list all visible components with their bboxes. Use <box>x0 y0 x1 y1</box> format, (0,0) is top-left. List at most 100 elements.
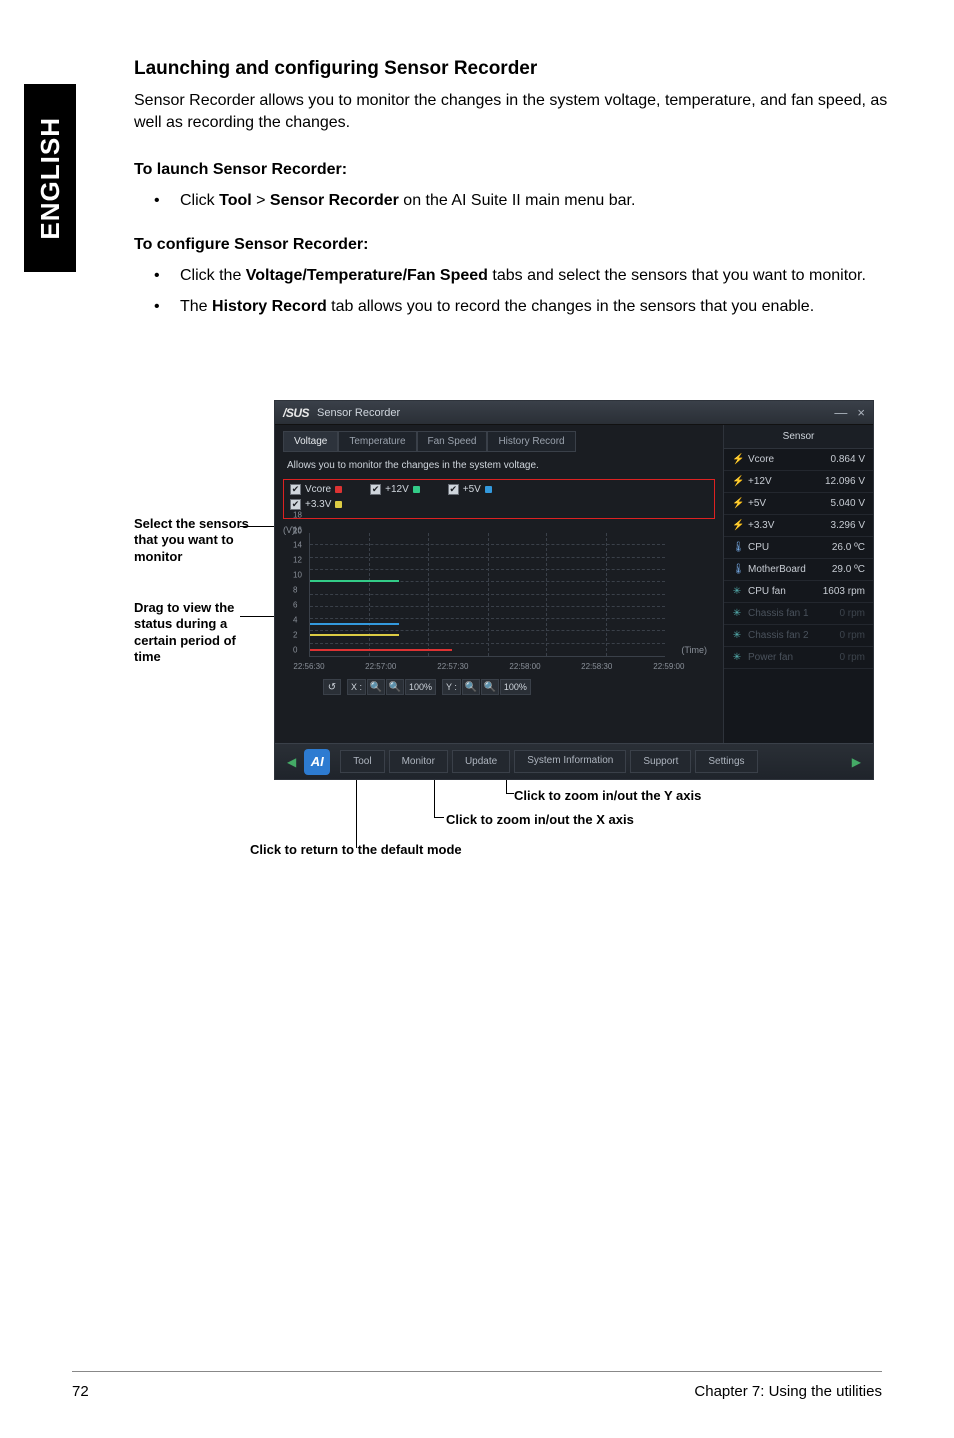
voltage-chart[interactable]: (V) <box>283 527 715 677</box>
toolbar-update[interactable]: Update <box>452 750 510 773</box>
sensor-value: 0 rpm <box>839 608 865 619</box>
chapter-label: Chapter 7: Using the utilities <box>694 1383 882 1400</box>
sensor-value: 26.0 ºC <box>832 542 865 553</box>
sensor-value: 0.864 V <box>831 454 865 465</box>
tab-voltage[interactable]: Voltage <box>283 431 338 452</box>
sensor-row: 🌡 MotherBoard 29.0 ºC <box>724 559 873 581</box>
toolbar-support[interactable]: Support <box>630 750 691 773</box>
ai-suite-badge[interactable]: AI <box>304 749 330 775</box>
zoom-y-in-button[interactable]: 🔍 <box>462 679 480 695</box>
tab-temperature[interactable]: Temperature <box>338 431 416 452</box>
sensor-row: ✳Chassis fan 10 rpm <box>724 603 873 625</box>
category-tabs: Voltage Temperature Fan Speed History Re… <box>283 431 715 452</box>
bolt-icon: ⚡ <box>732 498 742 509</box>
sensor-row: ⚡ +5V 5.040 V <box>724 493 873 515</box>
minimize-button[interactable]: — <box>834 405 847 420</box>
sensor-value: 0 rpm <box>839 652 865 663</box>
toolbar-next-icon[interactable]: ▶ <box>848 755 865 769</box>
x-axis-unit: (Time) <box>681 645 707 655</box>
screenshot-region: Select the sensors that you want to moni… <box>134 400 894 860</box>
zoom-controls: ↺ X : 🔍 🔍 100% Y : 🔍 🔍 100% <box>323 679 715 695</box>
sensor-row: ✳ Power fan 0 rpm <box>724 647 873 669</box>
sensor-recorder-window: /SUS Sensor Recorder — × Voltage Tempera… <box>274 400 874 780</box>
section-heading: Launching and configuring Sensor Recorde… <box>134 58 894 80</box>
sensor-name: CPU <box>748 542 769 553</box>
leader-line <box>506 793 514 794</box>
sensor-value: 29.0 ºC <box>832 564 865 575</box>
sensor-row: ⚡Vcore0.864 V <box>724 449 873 471</box>
config-step-1: Click the Voltage/Temperature/Fan Speed … <box>134 264 894 287</box>
sensor-name: Power fan <box>748 652 793 663</box>
zoom-x-out-button[interactable]: 🔍 <box>386 679 404 695</box>
config-step-2: The History Record tab allows you to rec… <box>134 295 894 318</box>
language-tab-text: ENGLISH <box>35 117 66 240</box>
toolbar-monitor[interactable]: Monitor <box>389 750 448 773</box>
checkbox-12v[interactable]: ✔+12V <box>370 484 420 495</box>
sensor-name: +5V <box>748 498 766 509</box>
toolbar-prev-icon[interactable]: ◀ <box>283 755 300 769</box>
bolt-icon: ⚡ <box>732 520 742 531</box>
asus-logo: /SUS <box>283 406 309 420</box>
sensor-panel: Sensor ⚡ Vcore 0.864 V ⚡ +12V 12.096 V ⚡ +5V 5.0… <box>723 425 873 743</box>
sensor-row: ⚡ +3.3V 3.296 V <box>724 515 873 537</box>
titlebar: /SUS Sensor Recorder — × <box>275 401 873 425</box>
callout-select-sensors: Select the sensors that you want to moni… <box>134 516 264 565</box>
sensor-name: Chassis fan 1 <box>748 608 809 619</box>
page-number: 72 <box>72 1383 89 1400</box>
sensor-value: 5.040 V <box>831 498 865 509</box>
callout-drag-view: Drag to view the status during a certain… <box>134 600 264 665</box>
zoom-y-out-button[interactable]: 🔍 <box>481 679 499 695</box>
fan-icon: ✳ <box>732 652 742 663</box>
panel-description: Allows you to monitor the changes in the… <box>287 460 715 471</box>
tab-fan-speed[interactable]: Fan Speed <box>417 431 488 452</box>
toolbar-system-info[interactable]: System Information <box>514 750 626 773</box>
series-12v <box>310 580 399 582</box>
checkbox-5v[interactable]: ✔+5V <box>448 484 492 495</box>
sensor-row: ✳CPU fan1603 rpm <box>724 581 873 603</box>
callout-zoom-y: Click to zoom in/out the Y axis <box>514 788 814 804</box>
sensor-name: +12V <box>748 476 772 487</box>
zoom-y-value: 100% <box>500 679 531 695</box>
sensor-name: +3.3V <box>748 520 774 531</box>
zoom-x-in-button[interactable]: 🔍 <box>367 679 385 695</box>
sensor-name: Vcore <box>748 454 774 465</box>
series-3v3 <box>310 634 399 636</box>
sensor-value: 12.096 V <box>825 476 865 487</box>
footer-rule <box>72 1371 882 1372</box>
swatch-vcore <box>335 486 342 493</box>
main-toolbar: ◀ AI Tool Monitor Update System Informat… <box>275 743 873 779</box>
sensor-name: Chassis fan 2 <box>748 630 809 641</box>
toolbar-settings[interactable]: Settings <box>695 750 757 773</box>
temp-icon: 🌡 <box>732 564 742 575</box>
series-vcore <box>310 649 452 651</box>
sensor-row: ✳ Chassis fan 2 0 rpm <box>724 625 873 647</box>
sensor-name: MotherBoard <box>748 564 806 575</box>
fan-icon: ✳ <box>732 630 742 641</box>
swatch-12v <box>413 486 420 493</box>
launch-title: To launch Sensor Recorder: <box>134 161 894 179</box>
callout-zoom-x: Click to zoom in/out the X axis <box>446 812 746 828</box>
launch-step: Click Tool > Sensor Recorder on the AI S… <box>134 189 894 212</box>
sensor-value: 3.296 V <box>831 520 865 531</box>
close-button[interactable]: × <box>857 405 865 420</box>
fan-icon: ✳ <box>732 586 742 597</box>
toolbar-tool[interactable]: Tool <box>340 750 384 773</box>
callout-reset: Click to return to the default mode <box>250 842 550 858</box>
sensor-row: 🌡 CPU 26.0 ºC <box>724 537 873 559</box>
zoom-x-label: X : <box>347 679 366 695</box>
checkbox-vcore[interactable]: ✔Vcore <box>290 484 342 495</box>
reset-zoom-button[interactable]: ↺ <box>323 679 341 695</box>
zoom-x-value: 100% <box>405 679 436 695</box>
sensor-value: 0 rpm <box>839 630 865 641</box>
sensor-checkbox-group: ✔Vcore ✔+12V ✔+5V ✔+3.3V <box>283 479 715 519</box>
series-5v <box>310 623 399 625</box>
window-title: Sensor Recorder <box>317 407 400 419</box>
checkbox-3v3[interactable]: ✔+3.3V <box>290 499 342 510</box>
sensor-name: CPU fan <box>748 586 786 597</box>
tab-history-record[interactable]: History Record <box>487 431 575 452</box>
sensor-panel-title: Sensor <box>724 425 873 449</box>
bolt-icon: ⚡ <box>732 476 742 487</box>
swatch-3v3 <box>335 501 342 508</box>
sensor-row: ⚡ +12V 12.096 V <box>724 471 873 493</box>
temp-icon: 🌡 <box>732 542 742 553</box>
